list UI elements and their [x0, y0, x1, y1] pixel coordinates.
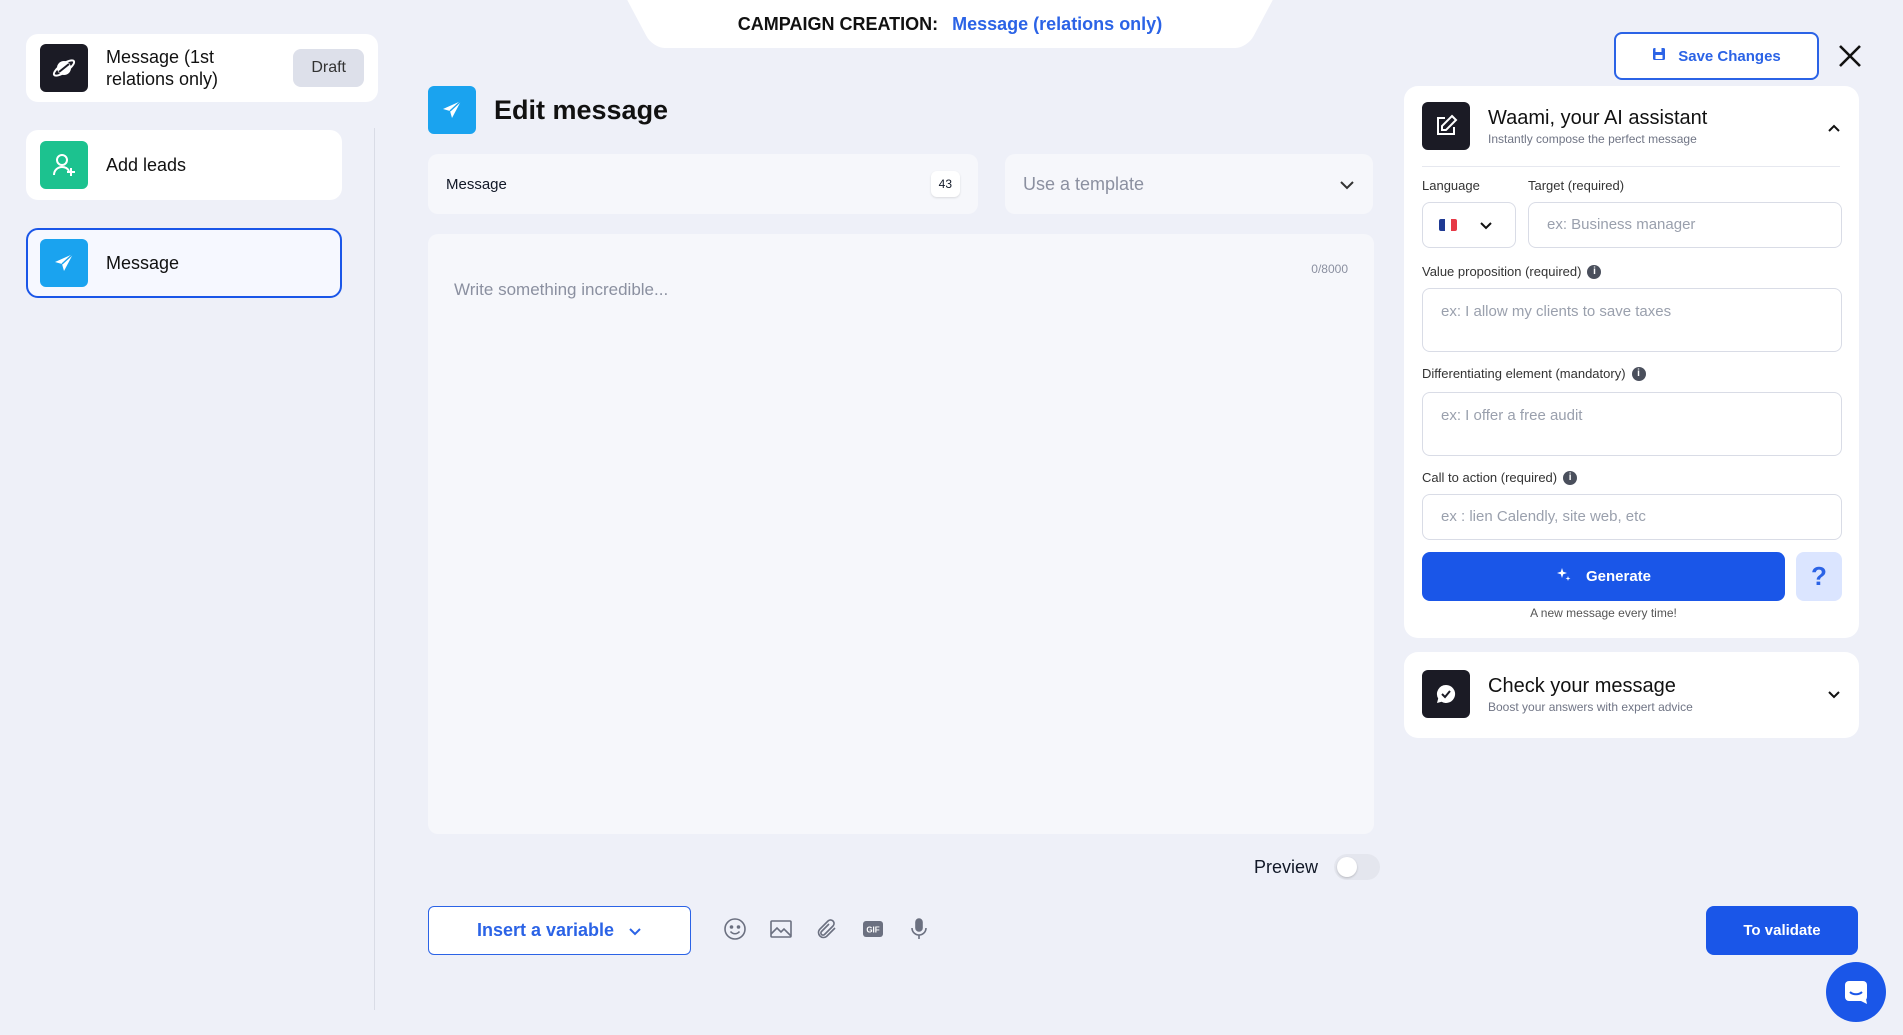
target-input[interactable]: ex: Business manager	[1528, 202, 1842, 248]
emoji-icon[interactable]	[722, 916, 748, 942]
help-label: ?	[1811, 561, 1827, 591]
microphone-icon[interactable]	[906, 916, 932, 942]
info-icon[interactable]: i	[1563, 470, 1578, 485]
sidebar-item-add-leads[interactable]: Add leads	[26, 130, 342, 200]
gif-label: GIF	[866, 926, 879, 935]
target-label-text: Target (required)	[1528, 178, 1625, 193]
editor-toolbar: GIF	[722, 916, 932, 942]
diff-label-text: Differentiating element (mandatory)	[1422, 366, 1626, 381]
sparkle-icon	[1556, 567, 1572, 587]
chevron-down-icon	[628, 920, 642, 941]
message-count-badge: 43	[930, 171, 960, 197]
chevron-down-icon	[1479, 217, 1493, 234]
cta-placeholder: ex : lien Calendly, site web, etc	[1441, 508, 1646, 525]
message-body-editor[interactable]: Write something incredible... 0/8000	[428, 234, 1374, 834]
campaign-title: Message (1st relations only)	[106, 47, 219, 89]
preview-toggle[interactable]	[1334, 854, 1381, 880]
chevron-down-icon[interactable]	[1827, 686, 1841, 704]
language-label-text: Language	[1422, 178, 1480, 193]
check-message-panel[interactable]: Check your message Boost your answers wi…	[1404, 652, 1859, 738]
sidebar-item-message[interactable]: Message	[26, 228, 342, 298]
generate-button[interactable]: Generate	[1422, 552, 1785, 601]
send-icon	[428, 86, 476, 134]
campaign-tab-value: Message (relations only)	[952, 13, 1163, 34]
add-user-icon	[40, 141, 88, 189]
language-label: Language	[1422, 178, 1480, 193]
sidebar-divider	[374, 128, 375, 1010]
target-placeholder: ex: Business manager	[1547, 216, 1696, 233]
validate-label: To validate	[1743, 922, 1821, 939]
message-field-label: Message	[446, 175, 507, 193]
chevron-down-icon	[1339, 174, 1355, 195]
divider	[1422, 166, 1840, 167]
campaign-tab-label: CAMPAIGN CREATION:	[737, 13, 939, 34]
edit-icon	[1422, 102, 1470, 150]
diff-placeholder: ex: I offer a free audit	[1441, 407, 1583, 424]
template-placeholder: Use a template	[1023, 173, 1145, 194]
image-icon[interactable]	[768, 916, 794, 942]
validate-button[interactable]: To validate	[1706, 906, 1858, 955]
template-select[interactable]: Use a template	[1005, 154, 1373, 214]
gif-icon[interactable]: GIF	[860, 916, 886, 942]
preview-label: Preview	[1254, 856, 1319, 877]
save-changes-label: Save Changes	[1678, 47, 1781, 65]
check-message-subtitle: Boost your answers with expert advice	[1488, 699, 1693, 714]
value-prop-label: Value proposition (required) i	[1422, 264, 1602, 279]
cta-label: Call to action (required) i	[1422, 470, 1578, 485]
save-icon	[1652, 47, 1666, 65]
message-name-field[interactable]: Message 43	[428, 154, 978, 214]
cta-label-text: Call to action (required)	[1422, 470, 1558, 485]
draft-badge: Draft	[293, 49, 364, 87]
check-message-title: Check your message	[1488, 674, 1676, 697]
ai-assistant-header[interactable]: Waami, your AI assistant Instantly compo…	[1422, 102, 1707, 150]
editor-header: Edit message	[428, 86, 668, 134]
france-flag-icon	[1439, 219, 1457, 231]
insert-variable-label: Insert a variable	[476, 920, 615, 940]
sidebar-item-label: Add leads	[106, 155, 187, 175]
value-prop-label-text: Value proposition (required)	[1422, 264, 1582, 279]
campaign-card[interactable]: Message (1st relations only) Draft	[26, 34, 378, 102]
check-message-header: Check your message Boost your answers wi…	[1422, 670, 1693, 718]
close-icon[interactable]	[1836, 42, 1864, 70]
ai-assistant-panel: Waami, your AI assistant Instantly compo…	[1404, 86, 1859, 638]
cta-input[interactable]: ex : lien Calendly, site web, etc	[1422, 494, 1842, 540]
sidebar-item-label: Message	[106, 253, 180, 273]
ai-assistant-title: Waami, your AI assistant	[1488, 106, 1708, 129]
attachment-icon[interactable]	[814, 916, 840, 942]
char-counter: 0/8000	[1311, 262, 1348, 276]
app-frame: CAMPAIGN CREATION: Message (relations on…	[0, 0, 1903, 1035]
ai-assistant-subtitle: Instantly compose the perfect message	[1488, 131, 1697, 146]
target-label: Target (required)	[1528, 178, 1624, 193]
chevron-up-icon[interactable]	[1827, 120, 1841, 138]
help-button[interactable]: ?	[1796, 552, 1842, 601]
send-icon	[40, 239, 88, 287]
message-body-placeholder: Write something incredible...	[454, 280, 669, 299]
page-title: Edit message	[494, 94, 669, 125]
generate-note: A new message every time!	[1530, 606, 1677, 620]
chat-support-button[interactable]	[1826, 962, 1886, 1022]
info-icon[interactable]: i	[1631, 366, 1646, 381]
value-prop-input[interactable]: ex: I allow my clients to save taxes	[1422, 288, 1842, 352]
chat-icon	[1845, 981, 1867, 1004]
info-icon[interactable]: i	[1587, 264, 1602, 279]
planet-icon	[40, 44, 88, 92]
preview-control: Preview	[1254, 854, 1381, 880]
save-changes-button[interactable]: Save Changes	[1614, 32, 1819, 80]
language-select[interactable]	[1422, 202, 1516, 248]
campaign-tab: CAMPAIGN CREATION: Message (relations on…	[660, 0, 1240, 48]
diff-input[interactable]: ex: I offer a free audit	[1422, 392, 1842, 456]
diff-label: Differentiating element (mandatory) i	[1422, 366, 1646, 381]
insert-variable-button[interactable]: Insert a variable	[428, 906, 691, 955]
value-prop-placeholder: ex: I allow my clients to save taxes	[1441, 303, 1672, 320]
generate-label: Generate	[1585, 568, 1652, 585]
chat-check-icon	[1422, 670, 1470, 718]
